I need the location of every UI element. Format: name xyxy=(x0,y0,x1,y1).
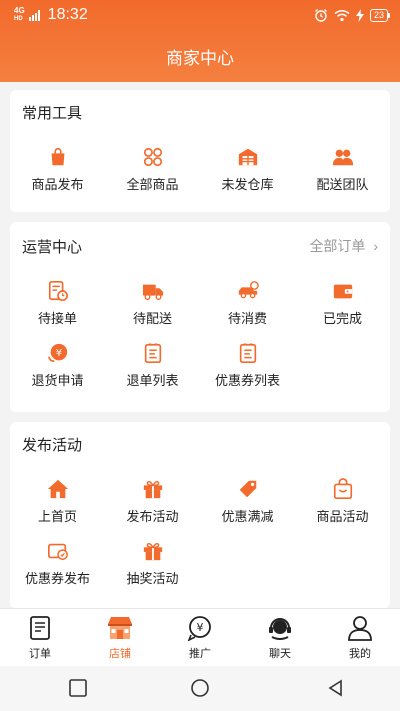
shopping-bag-icon xyxy=(51,147,64,166)
operations-title: 运营中心 xyxy=(22,239,83,256)
ops-item-pending-accept[interactable]: 待接单 xyxy=(10,280,105,327)
ops-label: 优惠券列表 xyxy=(214,373,280,388)
activity-item-product-activity[interactable]: 商品活动 xyxy=(295,478,390,525)
activity-label: 抽奖活动 xyxy=(126,571,179,586)
activity-item-discount[interactable]: 优惠满减 xyxy=(200,478,295,525)
ops-item-return-list[interactable]: 退单列表 xyxy=(105,342,200,389)
activities-title: 发布活动 xyxy=(22,437,83,454)
warehouse-icon xyxy=(238,148,257,166)
tools-title: 常用工具 xyxy=(22,105,83,122)
yen-return-icon: ¥ xyxy=(47,343,67,363)
all-orders-link[interactable]: 全部订单 › xyxy=(309,236,378,256)
user-icon xyxy=(348,616,372,641)
alarm-icon xyxy=(315,9,327,22)
bottom-tab-bar: 订单 店铺 ¥ 推广 聊天 我的 xyxy=(0,608,400,666)
tool-label: 全部商品 xyxy=(126,177,179,192)
tool-label: 配送团队 xyxy=(316,177,369,192)
headset-icon xyxy=(269,618,291,640)
activity-item-homepage[interactable]: 上首页 xyxy=(10,478,105,525)
truck-icon xyxy=(142,284,163,300)
ops-item-pending-consume[interactable]: 待消费 xyxy=(200,280,295,327)
page-title: 商家中心 xyxy=(166,49,234,68)
tab-label: 我的 xyxy=(349,648,371,660)
tag-icon xyxy=(239,480,256,498)
svg-text:¥: ¥ xyxy=(55,348,61,359)
tool-item-all-products[interactable]: 全部商品 xyxy=(105,146,200,193)
grid-icon xyxy=(143,147,162,167)
tool-item-delivery-team[interactable]: 配送团队 xyxy=(295,146,390,193)
network-indicator: 4G HD xyxy=(14,7,25,23)
ops-label: 待配送 xyxy=(132,311,172,326)
wallet-icon xyxy=(333,284,352,299)
shopping-bag-icon xyxy=(333,478,352,499)
coupon-list-icon xyxy=(239,343,256,363)
battery-indicator: 23 xyxy=(369,8,391,22)
svg-text:¥: ¥ xyxy=(197,621,204,634)
team-icon xyxy=(332,149,353,166)
ops-item-completed[interactable]: 已完成 xyxy=(295,280,390,327)
gift-icon xyxy=(143,480,162,499)
tool-label: 未发仓库 xyxy=(221,177,274,192)
recent-apps-icon[interactable] xyxy=(68,679,88,697)
promotion-icon: ¥ xyxy=(187,616,211,641)
tool-item-publish-product[interactable]: 商品发布 xyxy=(10,146,105,193)
tab-label: 聊天 xyxy=(269,648,291,660)
activity-label: 优惠券发布 xyxy=(24,571,90,586)
coupon-icon xyxy=(47,543,68,560)
activity-label: 发布活动 xyxy=(126,509,179,524)
network-label: 4G xyxy=(14,6,25,15)
status-bar: 4G HD 18:32 23 xyxy=(0,0,400,30)
ops-label: 退单列表 xyxy=(126,373,179,388)
ops-label: 待消费 xyxy=(227,311,267,326)
tools-card: 常用工具 商品发布 全部商品 未发仓库 配送团队 xyxy=(10,90,390,212)
activity-label: 优惠满减 xyxy=(221,509,274,524)
back-icon[interactable] xyxy=(326,679,346,699)
charging-icon xyxy=(355,8,364,22)
tab-chat[interactable]: 聊天 xyxy=(240,615,320,661)
ops-label: 待接单 xyxy=(37,311,77,326)
tool-label: 商品发布 xyxy=(31,177,84,192)
home-icon xyxy=(47,479,68,499)
home-button-icon[interactable] xyxy=(189,679,211,701)
activity-label: 上首页 xyxy=(37,509,77,524)
car-icon xyxy=(238,281,259,299)
tab-store[interactable]: 店铺 xyxy=(80,615,160,661)
order-clock-icon xyxy=(48,281,68,301)
activities-card: 发布活动 上首页 发布活动 优惠满减 商品活动 优惠券发布 抽奖活动 xyxy=(10,422,390,608)
tab-label: 店铺 xyxy=(109,648,131,660)
activity-label: 商品活动 xyxy=(316,509,369,524)
ops-label: 退货申请 xyxy=(31,373,84,388)
ops-item-coupon-list[interactable]: 优惠券列表 xyxy=(200,342,295,389)
order-icon xyxy=(30,616,50,640)
all-orders-label: 全部订单 xyxy=(309,238,366,254)
activity-item-lottery[interactable]: 抽奖活动 xyxy=(105,540,200,587)
store-icon xyxy=(108,617,132,639)
activity-item-publish[interactable]: 发布活动 xyxy=(105,478,200,525)
status-time: 18:32 xyxy=(47,6,88,23)
tab-label: 订单 xyxy=(29,648,51,660)
tab-orders[interactable]: 订单 xyxy=(0,615,80,661)
gift-icon xyxy=(143,542,162,561)
system-nav-bar xyxy=(0,666,400,711)
operations-card: 运营中心 全部订单 › 待接单 待配送 待消费 已完成 ¥ 退货申请 退单列表 … xyxy=(10,222,390,412)
signal-icon xyxy=(28,9,40,21)
tool-item-warehouse[interactable]: 未发仓库 xyxy=(200,146,295,193)
tab-label: 推广 xyxy=(189,648,211,660)
tab-mine[interactable]: 我的 xyxy=(320,615,400,661)
ops-label: 已完成 xyxy=(322,311,362,326)
ops-item-pending-delivery[interactable]: 待配送 xyxy=(105,280,200,327)
ops-item-return-request[interactable]: ¥ 退货申请 xyxy=(10,342,105,389)
wifi-icon xyxy=(334,9,350,21)
chevron-right-icon: › xyxy=(373,238,378,254)
activity-item-coupon-publish[interactable]: 优惠券发布 xyxy=(10,540,105,587)
tab-promotion[interactable]: ¥ 推广 xyxy=(160,615,240,661)
network-sub-label: HD xyxy=(14,16,23,22)
app-header: 4G HD 18:32 23 商家中心 xyxy=(0,0,400,82)
list-icon xyxy=(144,343,161,363)
